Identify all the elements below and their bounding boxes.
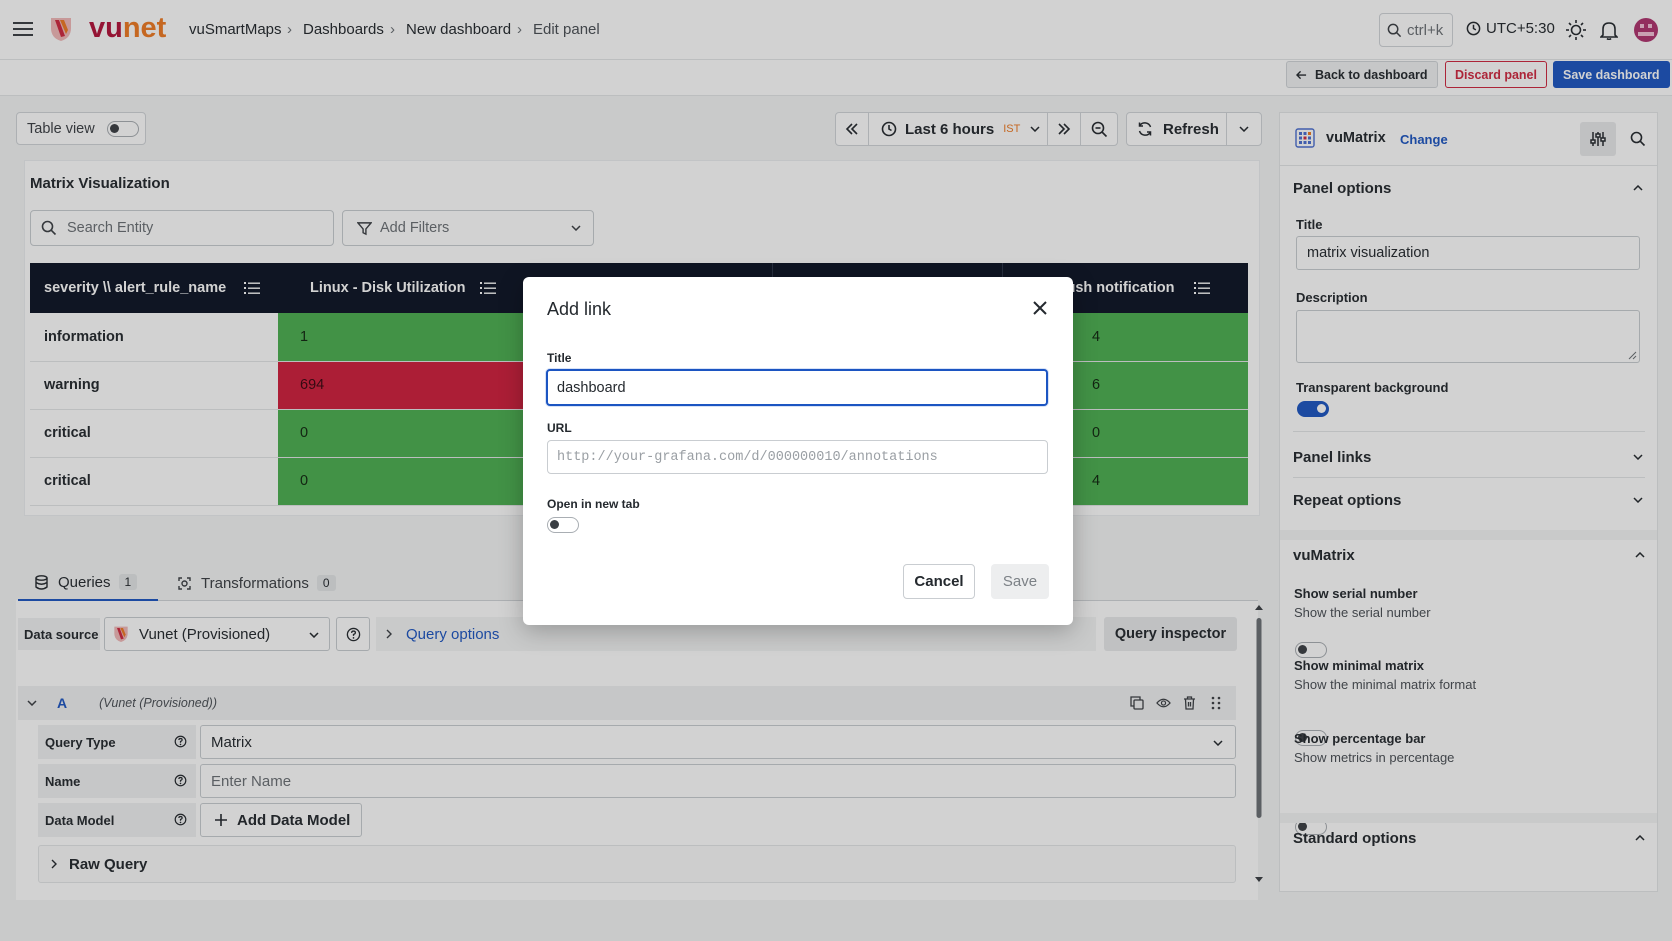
link-title-label: Title xyxy=(547,351,572,365)
save-button[interactable]: Save xyxy=(991,564,1049,599)
link-url-label: URL xyxy=(547,421,572,435)
open-new-tab-switch[interactable] xyxy=(547,517,579,533)
link-url-input[interactable] xyxy=(547,440,1048,474)
close-icon[interactable] xyxy=(1033,301,1047,315)
cancel-button[interactable]: Cancel xyxy=(903,564,975,599)
add-link-modal: Add link Title URL Open in new tab Cance… xyxy=(523,277,1073,625)
modal-title: Add link xyxy=(547,299,612,319)
open-new-tab-label: Open in new tab xyxy=(547,497,640,511)
link-title-input[interactable] xyxy=(546,369,1048,406)
